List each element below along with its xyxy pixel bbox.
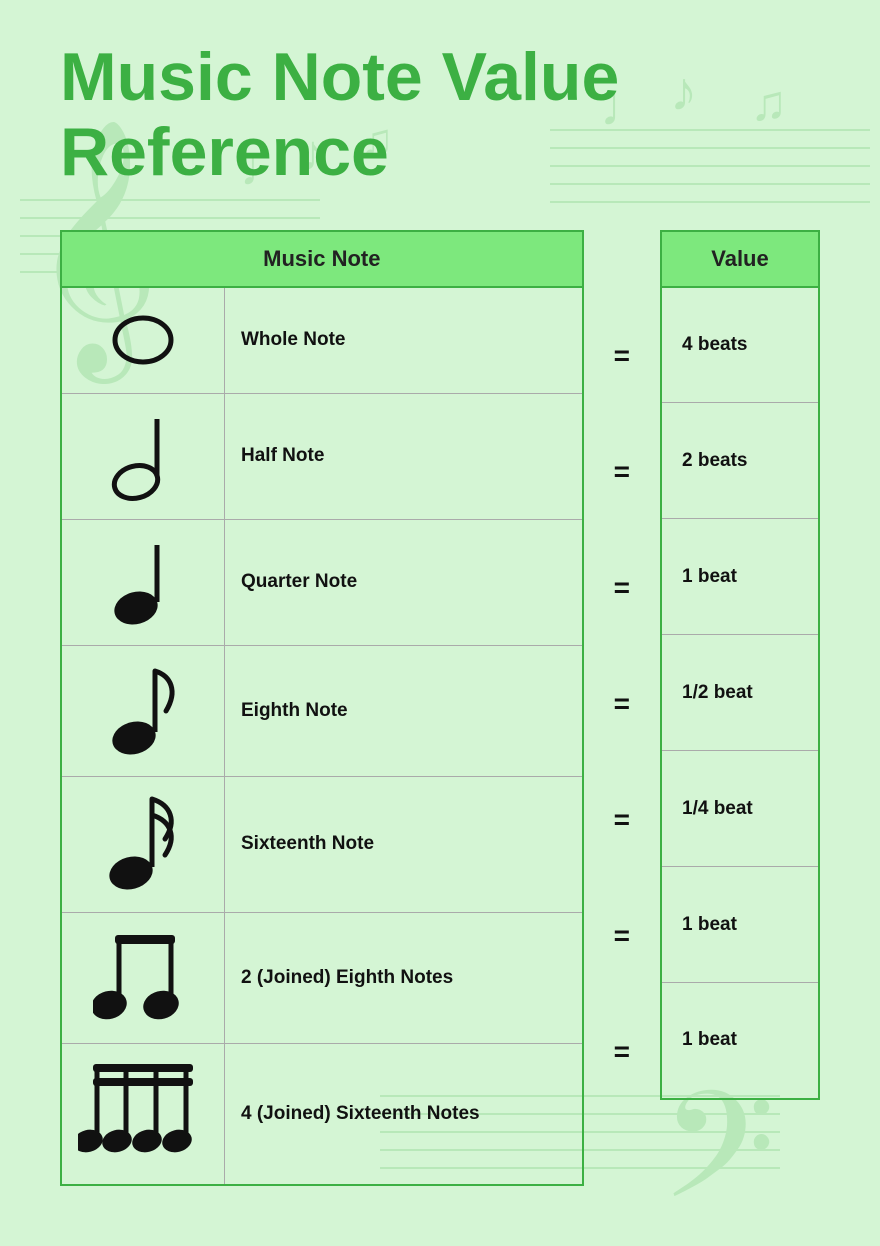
quarter-note-icon-cell	[61, 519, 225, 645]
value-eighth: 1/2 beat	[661, 635, 819, 751]
table-row: 1/4 beat	[661, 751, 819, 867]
joined-sixteenth-note-icon	[78, 1054, 208, 1169]
value-header: Value	[661, 231, 819, 287]
value-quarter: 1 beat	[661, 519, 819, 635]
equals-4: =	[614, 646, 630, 762]
quarter-note-name: Quarter Note	[225, 519, 583, 645]
music-note-table: Music Note Whole Note	[60, 230, 584, 1186]
value-half: 2 beats	[661, 403, 819, 519]
table-row: 2 beats	[661, 403, 819, 519]
equals-6: =	[614, 878, 630, 994]
table-row: Sixteenth Note	[61, 776, 583, 912]
joined-sixteenth-name: 4 (Joined) Sixteenth Notes	[225, 1043, 583, 1185]
half-note-name: Half Note	[225, 393, 583, 519]
table-row: 1/2 beat	[661, 635, 819, 751]
table-row: 1 beat	[661, 983, 819, 1099]
table-row: 1 beat	[661, 519, 819, 635]
equals-1: =	[614, 298, 630, 414]
joined-sixteenth-icon-cell	[61, 1043, 225, 1185]
value-joined-eighth: 1 beat	[661, 867, 819, 983]
joined-eighth-note-icon	[93, 923, 193, 1028]
sixteenth-note-icon	[103, 787, 183, 897]
eighth-note-icon	[106, 656, 181, 761]
table-row: 1 beat	[661, 867, 819, 983]
sixteenth-note-icon-cell	[61, 776, 225, 912]
music-note-header: Music Note	[61, 231, 583, 287]
table-row: 2 (Joined) Eighth Notes	[61, 912, 583, 1043]
equals-3: =	[614, 530, 630, 646]
page-title: Music Note Value Reference	[60, 40, 820, 190]
whole-note-icon-cell	[61, 287, 225, 394]
equals-5: =	[614, 762, 630, 878]
table-row: Half Note	[61, 393, 583, 519]
sixteenth-note-name: Sixteenth Note	[225, 776, 583, 912]
joined-eighth-name: 2 (Joined) Eighth Notes	[225, 912, 583, 1043]
equals-column: = = = = = = =	[614, 230, 630, 1110]
table-row: Quarter Note	[61, 519, 583, 645]
quarter-note-icon	[108, 530, 178, 630]
equals-7: =	[614, 994, 630, 1110]
table-row: 4 (Joined) Sixteenth Notes	[61, 1043, 583, 1185]
value-sixteenth: 1/4 beat	[661, 751, 819, 867]
table-row: Whole Note	[61, 287, 583, 394]
table-row: Eighth Note	[61, 645, 583, 776]
joined-eighth-icon-cell	[61, 912, 225, 1043]
main-content: Music Note Whole Note	[60, 230, 820, 1186]
value-table: Value 4 beats 2 beats 1 beat 1/2 beat 1/…	[660, 230, 820, 1100]
eighth-note-name: Eighth Note	[225, 645, 583, 776]
table-row: 4 beats	[661, 287, 819, 403]
whole-note-icon	[103, 298, 183, 378]
eighth-note-icon-cell	[61, 645, 225, 776]
half-note-icon-cell	[61, 393, 225, 519]
whole-note-name: Whole Note	[225, 287, 583, 394]
equals-2: =	[614, 414, 630, 530]
value-joined-sixteenth: 1 beat	[661, 983, 819, 1099]
value-whole: 4 beats	[661, 287, 819, 403]
half-note-icon	[108, 404, 178, 504]
